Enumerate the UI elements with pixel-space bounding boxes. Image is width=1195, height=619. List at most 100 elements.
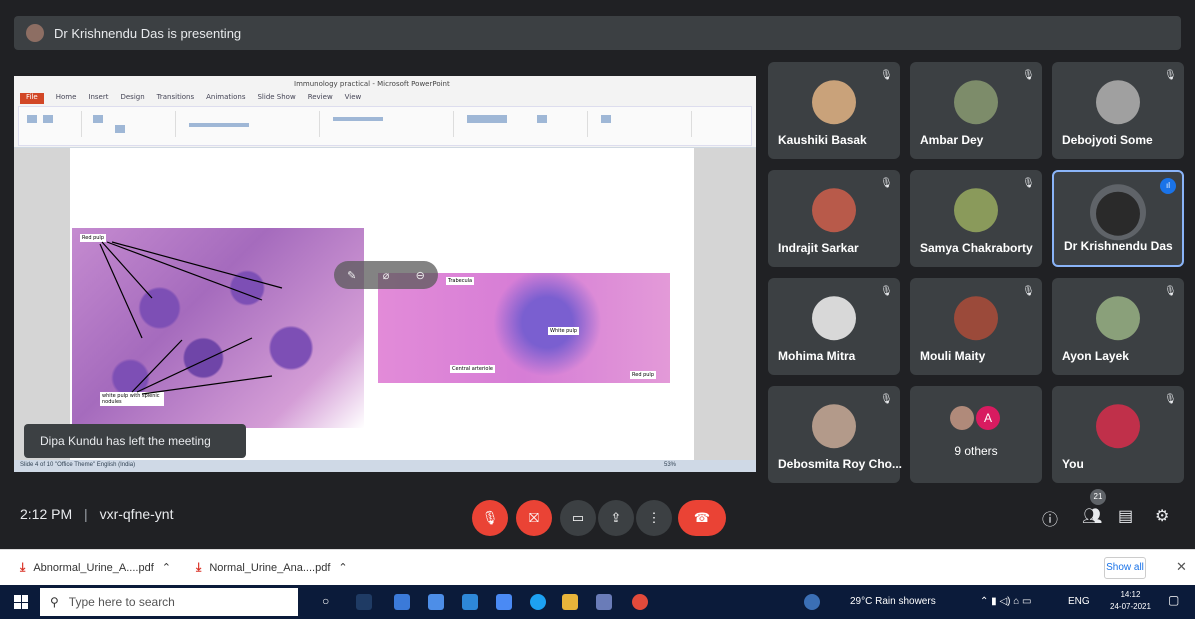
store-icon[interactable] <box>428 594 444 610</box>
dropbox-icon[interactable] <box>394 594 410 610</box>
avatar <box>954 79 998 124</box>
captions-button[interactable]: ▭ <box>560 500 596 536</box>
participant-tile[interactable]: 🎙︎ Kaushiki Basak <box>768 62 900 159</box>
participant-tile[interactable]: 🎙︎ Debojyoti Some <box>1052 62 1184 159</box>
mic-off-icon: 🎙︎ <box>1022 286 1035 297</box>
ppt-status-bar: Slide 4 of 10 "Office Theme" English (In… <box>14 460 756 472</box>
close-icon[interactable]: ✕ <box>1176 559 1187 575</box>
avatar <box>950 406 974 430</box>
label-central-arteriole: Central arteriole <box>450 365 495 373</box>
ppt-tab: Review <box>307 93 333 101</box>
leave-call-button[interactable]: ☎ <box>678 500 726 536</box>
mail-icon[interactable] <box>462 594 478 610</box>
slide-area: Red pulp white pulp with splenic nodules… <box>14 148 756 460</box>
ppt-tab: Animations <box>206 93 246 101</box>
edge-icon[interactable] <box>530 594 546 610</box>
pdf-icon: ⤓ <box>20 560 26 574</box>
mic-off-icon: 🎙︎ <box>1164 394 1177 405</box>
chrome-icon[interactable] <box>632 594 648 610</box>
download-filename: Normal_Urine_Ana....pdf <box>209 561 331 574</box>
activities-icon[interactable]: ⚙ <box>1155 506 1169 526</box>
slide: Red pulp white pulp with splenic nodules… <box>70 148 694 460</box>
file-explorer-icon[interactable] <box>562 594 578 610</box>
taskbar-search[interactable]: ⚲ Type here to search <box>40 588 298 616</box>
avatar <box>1096 403 1140 448</box>
participant-tile[interactable]: 🎙︎ Ambar Dey <box>910 62 1042 159</box>
ppt-tab: Home <box>55 93 77 101</box>
avatar <box>954 295 998 340</box>
camera-off-icon: ⛝ <box>529 510 539 525</box>
mic-toggle-button[interactable]: 🎙︎ <box>472 500 508 536</box>
participant-name: Kaushiki Basak <box>778 133 867 147</box>
download-filename: Abnormal_Urine_A....pdf <box>33 561 154 574</box>
participant-tile[interactable]: 🎙︎ Mouli Maity <box>910 278 1042 375</box>
taskbar-clock[interactable]: 14:12 24-07-2021 <box>1110 589 1151 613</box>
avatar <box>812 403 856 448</box>
people-icon[interactable]: 👥︎ <box>1082 506 1102 526</box>
camera-toggle-button[interactable]: ⛝ <box>516 500 552 536</box>
avatar <box>812 295 856 340</box>
tray-icons[interactable]: ⌃ ▮ ◁) ⌂ ▭ <box>980 596 1032 607</box>
weather-text[interactable]: 29°C Rain showers <box>850 596 936 607</box>
participant-name: Ayon Layek <box>1062 349 1129 363</box>
task-view-icon[interactable] <box>356 594 372 610</box>
present-icon: ⇪ <box>610 510 622 525</box>
participant-tile[interactable]: 🎙︎ Samya Chakraborty <box>910 170 1042 267</box>
notification-icon[interactable]: ▢ <box>1168 593 1179 607</box>
windows-start-icon[interactable] <box>14 595 28 609</box>
participant-tile[interactable]: 🎙︎ Indrajit Sarkar <box>768 170 900 267</box>
participant-name: Samya Chakraborty <box>920 241 1033 255</box>
participant-name: Mohima Mitra <box>778 349 856 363</box>
ppt-status-text: Slide 4 of 10 "Office Theme" English (In… <box>20 462 136 468</box>
self-tile[interactable]: 🎙︎ You <box>1052 386 1184 483</box>
mic-off-icon: 🎙︎ <box>880 394 893 405</box>
shared-screen: Immunology practical - Microsoft PowerPo… <box>14 76 756 472</box>
download-item[interactable]: ⤓ Normal_Urine_Ana....pdf ⌃ <box>196 560 348 575</box>
participant-tile[interactable]: 🎙︎ Mohima Mitra <box>768 278 900 375</box>
app-icon[interactable] <box>496 594 512 610</box>
presenter-avatar <box>26 24 44 42</box>
ppt-ribbon-groups <box>18 106 752 146</box>
others-tile[interactable]: A 9 others <box>910 386 1042 483</box>
participant-name: Debosmita Roy Cho... <box>778 457 903 471</box>
ppt-tab: View <box>344 93 362 101</box>
avatar <box>812 79 856 124</box>
ppt-tab: Insert <box>88 93 109 101</box>
show-all-button[interactable]: Show all <box>1104 557 1146 579</box>
pdf-icon: ⤓ <box>196 560 202 574</box>
participant-name: Dr Krishnendu Das <box>1064 239 1173 253</box>
participant-tile[interactable]: 🎙︎ Debosmita Roy Cho... <box>768 386 903 483</box>
pin-icon[interactable]: ✎ <box>347 269 356 282</box>
presentation-overlay-controls[interactable]: ✎ ⌀ ⊖ <box>334 261 438 289</box>
others-count: 9 others <box>954 444 998 458</box>
ppt-window-title: Immunology practical - Microsoft PowerPo… <box>294 80 450 88</box>
chevron-up-icon[interactable]: ⌃ <box>162 561 171 574</box>
annotation-arrows <box>99 241 283 395</box>
app2-icon[interactable] <box>596 594 612 610</box>
mic-off-icon: 🎙︎ <box>880 70 893 81</box>
avatar <box>954 187 998 232</box>
mic-off-icon: 🎙︎ <box>1022 70 1035 81</box>
info-icon[interactable]: ⓘ <box>1042 506 1058 530</box>
participant-tile[interactable]: 🎙︎ Ayon Layek <box>1052 278 1184 375</box>
chevron-up-icon[interactable]: ⌃ <box>338 561 347 574</box>
more-options-button[interactable]: ⋮ <box>636 500 672 536</box>
participant-tile-active-speaker[interactable]: ıl Dr Krishnendu Das <box>1052 170 1184 267</box>
cortana-icon[interactable]: ○ <box>322 594 338 610</box>
chat-icon[interactable]: ▤ <box>1118 506 1133 526</box>
participant-name: You <box>1062 457 1084 471</box>
presenting-banner: Dr Krishnendu Das is presenting <box>14 16 1181 50</box>
present-button[interactable]: ⇪ <box>598 500 634 536</box>
clock-date: 24-07-2021 <box>1110 602 1151 611</box>
app3-icon[interactable] <box>804 594 820 610</box>
mic-off-icon: 🎙︎ <box>880 286 893 297</box>
minus-icon[interactable]: ⊖ <box>416 269 425 282</box>
download-item[interactable]: ⤓ Abnormal_Urine_A....pdf ⌃ <box>20 560 171 575</box>
downloads-bar: ⤓ Abnormal_Urine_A....pdf ⌃ ⤓ Normal_Uri… <box>0 549 1195 585</box>
language-indicator[interactable]: ENG <box>1068 596 1090 607</box>
avatar <box>1096 79 1140 124</box>
mute-icon[interactable]: ⌀ <box>383 269 390 282</box>
meeting-time: 2:12 PM <box>20 506 73 522</box>
participant-name: Indrajit Sarkar <box>778 241 859 255</box>
meeting-code: vxr-qfne-ynt <box>99 506 174 522</box>
